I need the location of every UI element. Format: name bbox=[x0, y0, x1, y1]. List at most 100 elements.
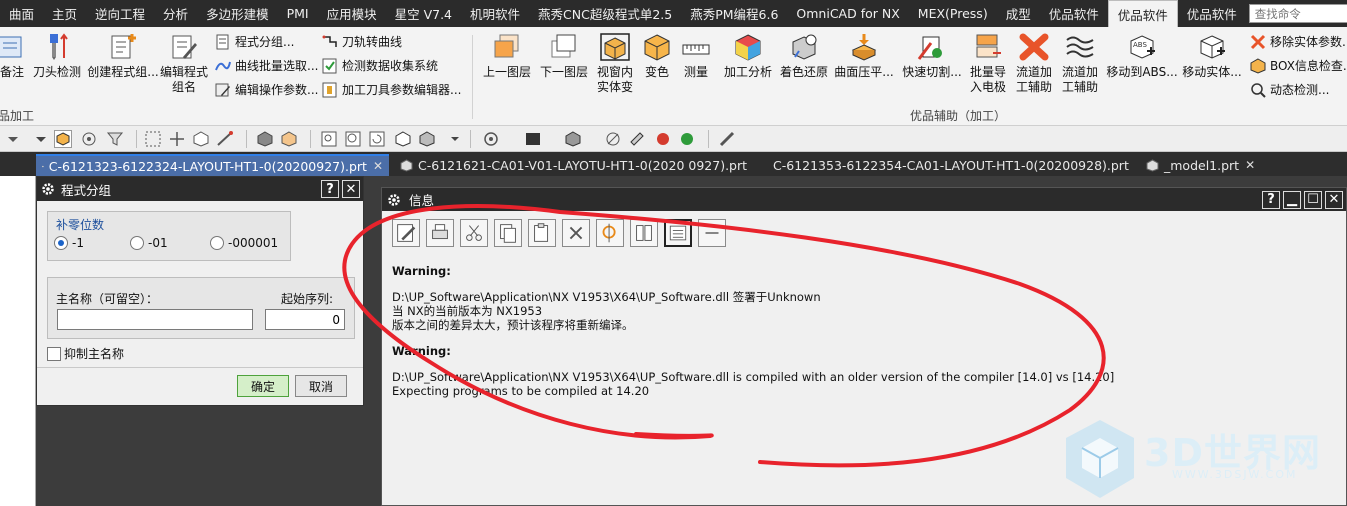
close-button[interactable]: ✕ bbox=[1325, 190, 1343, 209]
minimize-button[interactable]: ▁ bbox=[1283, 190, 1301, 209]
minus-icon[interactable] bbox=[698, 219, 726, 247]
snap-icon[interactable] bbox=[80, 130, 98, 148]
menu-item-polygon-modeling[interactable]: 多边形建模 bbox=[197, 0, 278, 27]
filter-icon[interactable] bbox=[106, 130, 124, 148]
start-seq-input[interactable] bbox=[265, 309, 345, 330]
wireframe-icon[interactable] bbox=[280, 130, 298, 148]
toolpath-to-curve-button[interactable]: 刀轨转曲线 bbox=[322, 33, 402, 50]
radio-padding-2[interactable]: -01 bbox=[130, 236, 168, 250]
menu-item-youpin-3[interactable]: 优品软件 bbox=[1178, 0, 1246, 27]
background-icon[interactable] bbox=[524, 130, 542, 148]
help-button[interactable]: ? bbox=[1262, 190, 1280, 209]
next-layer-button[interactable]: 下一图层 bbox=[535, 33, 593, 80]
close-icon[interactable]: ✕ bbox=[373, 159, 383, 173]
no-filter-icon[interactable] bbox=[604, 130, 622, 148]
menu-item-mex-press[interactable]: MEX(Press) bbox=[909, 0, 997, 27]
tab-document-3[interactable]: C-6121353-6122354-CA01-LAYOUT-HT1-0(2020… bbox=[762, 154, 1132, 176]
menu-item-yanxiu-pm[interactable]: 燕秀PM编程6.6 bbox=[681, 0, 787, 27]
menu-item-pmi[interactable]: PMI bbox=[278, 0, 318, 27]
orient-view-icon[interactable] bbox=[394, 130, 412, 148]
menu-item-youpin-1[interactable]: 优品软件 bbox=[1040, 0, 1108, 27]
menu-item-surface[interactable]: 曲面 bbox=[0, 0, 43, 27]
menu-item-home[interactable]: 主页 bbox=[43, 0, 86, 27]
menu-item-omnicad[interactable]: OmniCAD for NX bbox=[787, 0, 908, 27]
dialog-titlebar[interactable]: 程式分组 ? ✕ bbox=[37, 177, 363, 201]
radio-padding-1[interactable]: -1 bbox=[54, 236, 84, 250]
menu-dropdown-icon[interactable] bbox=[4, 130, 22, 148]
ok-button[interactable]: 确定 bbox=[237, 375, 289, 397]
tab-document-2[interactable]: C-6121621-CA01-V01-LAYOTU-HT1-0(2020 092… bbox=[394, 154, 754, 176]
tool-params-editor-button[interactable]: 加工刀具参数编辑器... bbox=[322, 81, 461, 98]
box-info-check-button[interactable]: BOX信息检查... bbox=[1250, 57, 1347, 74]
edit-group-name-button[interactable]: 编辑程式组名 bbox=[160, 33, 208, 95]
previous-layer-button[interactable]: 上一图层 bbox=[478, 33, 536, 80]
measure-ruler-icon[interactable] bbox=[718, 130, 736, 148]
edge-select-icon[interactable] bbox=[216, 130, 234, 148]
menu-item-reverse-engineering[interactable]: 逆向工程 bbox=[86, 0, 154, 27]
menu-item-analysis[interactable]: 分析 bbox=[154, 0, 197, 27]
paint-icon[interactable] bbox=[628, 130, 646, 148]
command-search-input[interactable] bbox=[1248, 4, 1347, 23]
inspection-data-collection-button[interactable]: 检测数据收集系统 bbox=[322, 57, 438, 74]
machining-analysis-button[interactable]: 加工分析 bbox=[720, 33, 776, 80]
tab-document-4[interactable]: _model1.prt ✕ bbox=[1140, 154, 1272, 176]
change-color-button[interactable]: 变色 bbox=[638, 33, 676, 80]
surface-flatten-button[interactable]: 曲面压平... bbox=[832, 33, 896, 80]
info-titlebar[interactable]: 信息 ? ▁ ☐ ✕ bbox=[382, 188, 1346, 211]
menu-item-jiming[interactable]: 机明软件 bbox=[461, 0, 529, 27]
material-red-icon[interactable] bbox=[654, 130, 672, 148]
batch-import-electrode-button[interactable]: 批量导入电极 bbox=[966, 33, 1010, 95]
quick-cut-button[interactable]: 快速切割... bbox=[900, 33, 964, 80]
create-program-group-button[interactable]: 创建程式组... bbox=[86, 33, 160, 80]
edit-operation-params-button[interactable]: 编辑操作参数... bbox=[215, 81, 318, 98]
maximize-button[interactable]: ☐ bbox=[1304, 190, 1322, 209]
tool-check-button[interactable]: 刀头检测 bbox=[30, 33, 84, 80]
render-style-icon[interactable] bbox=[418, 130, 436, 148]
delete-icon[interactable] bbox=[562, 219, 590, 247]
tab-document-1[interactable]: C-6121323-6122324-LAYOUT-HT1-0(20200927)… bbox=[36, 154, 389, 176]
point-snap-icon[interactable] bbox=[168, 130, 186, 148]
split-view-icon[interactable] bbox=[630, 219, 658, 247]
find-icon[interactable] bbox=[596, 219, 624, 247]
material-green-icon[interactable] bbox=[678, 130, 696, 148]
radio-padding-6[interactable]: -000001 bbox=[210, 236, 278, 250]
menu-item-applications[interactable]: 应用模块 bbox=[318, 0, 386, 27]
remove-solid-params-button[interactable]: 移除实体参数... bbox=[1250, 33, 1347, 50]
close-icon[interactable]: ✕ bbox=[1245, 158, 1255, 172]
hide-show-icon[interactable] bbox=[482, 130, 500, 148]
close-button[interactable]: ✕ bbox=[342, 180, 360, 198]
shaded-icon[interactable] bbox=[256, 130, 274, 148]
select-cube-icon[interactable] bbox=[54, 130, 72, 148]
list-view-icon[interactable] bbox=[664, 219, 692, 247]
measure-button[interactable]: 测量 bbox=[676, 33, 716, 80]
main-name-input[interactable] bbox=[57, 309, 253, 330]
dropdown-arrow-icon[interactable] bbox=[32, 130, 50, 148]
face-select-icon[interactable] bbox=[192, 130, 210, 148]
fit-view-icon[interactable] bbox=[320, 130, 338, 148]
layer-cube-icon[interactable] bbox=[564, 130, 582, 148]
cancel-button[interactable]: 取消 bbox=[295, 375, 347, 397]
rotate-icon[interactable] bbox=[368, 130, 386, 148]
note-button[interactable]: 备注 bbox=[0, 33, 32, 80]
menu-item-xingkong[interactable]: 星空 V7.4 bbox=[386, 0, 461, 27]
menu-item-molding[interactable]: 成型 bbox=[997, 0, 1040, 27]
help-button[interactable]: ? bbox=[321, 180, 339, 198]
program-grouping-button[interactable]: 程式分组... bbox=[215, 33, 294, 50]
runner-machining-aid-1-button[interactable]: 流道加工辅助 bbox=[1012, 33, 1056, 95]
box-select-icon[interactable] bbox=[144, 130, 162, 148]
window-solid-change-button[interactable]: 视窗内实体变 bbox=[592, 33, 638, 95]
move-to-abs-button[interactable]: ABS 移动到ABS... bbox=[1104, 33, 1180, 80]
menu-item-yanxiu-cnc[interactable]: 燕秀CNC超级程式单2.5 bbox=[529, 0, 681, 27]
curve-batch-select-button[interactable]: 曲线批量选取... bbox=[215, 57, 318, 74]
cut-scissors-icon[interactable] bbox=[460, 219, 488, 247]
move-solid-button[interactable]: 移动实体... bbox=[1180, 33, 1244, 80]
paste-icon[interactable] bbox=[528, 219, 556, 247]
copy-icon[interactable] bbox=[494, 219, 522, 247]
runner-machining-aid-2-button[interactable]: 流道加工辅助 bbox=[1058, 33, 1102, 95]
view-dropdown-icon[interactable] bbox=[446, 130, 464, 148]
zoom-icon[interactable] bbox=[344, 130, 362, 148]
menu-item-youpin-active[interactable]: 优品软件 bbox=[1107, 0, 1178, 27]
print-icon[interactable] bbox=[426, 219, 454, 247]
dynamic-check-button[interactable]: 动态检测... bbox=[1250, 81, 1329, 98]
shading-restore-button[interactable]: 着色还原 bbox=[776, 33, 832, 80]
